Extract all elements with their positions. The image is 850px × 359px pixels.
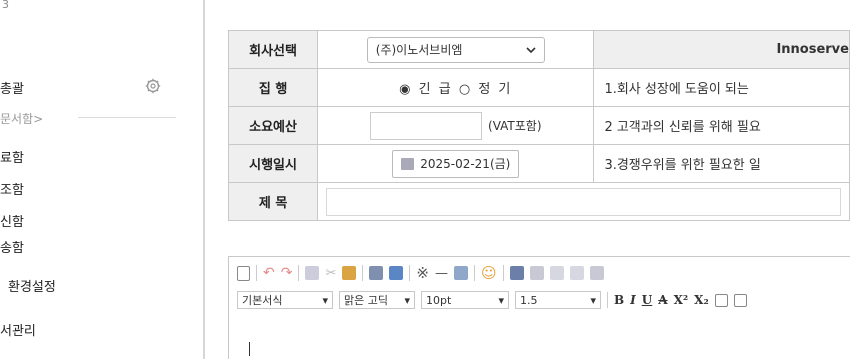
radio-urgent-label: 긴 급 — [418, 82, 453, 97]
sidebar-item-settings[interactable]: 환경설정 — [8, 276, 56, 295]
underline-button[interactable]: U — [642, 293, 652, 307]
toolbar-separator — [502, 265, 504, 281]
italic-button[interactable]: I — [630, 293, 636, 307]
save-icon[interactable] — [369, 266, 384, 280]
approval-form-table: 회사선택 (주)이노서브비엠 Innoserve 집 행 ◉ 긴 급 ○ 정 기… — [227, 30, 850, 221]
dropdown-arrow-icon: ▾ — [498, 293, 504, 307]
exec-label: 집 행 — [227, 68, 319, 107]
horizontal-rule-icon[interactable]: — — [435, 266, 448, 281]
sidebar-divider — [78, 117, 176, 118]
toolbar-separator — [256, 265, 257, 281]
date-value: 2025-02-21(금) — [420, 157, 511, 171]
redo-icon[interactable]: ↷ — [281, 265, 293, 281]
company-select-value: (주)이노서브비엠 — [375, 43, 463, 57]
budget-input[interactable] — [370, 111, 483, 140]
bold-button[interactable]: B — [614, 293, 624, 307]
emoji-icon[interactable]: ☺ — [481, 264, 497, 282]
size-select-value: 10pt — [426, 293, 452, 307]
table-merge-icon[interactable] — [589, 266, 604, 280]
radio-urgent[interactable]: ◉ 긴 급 — [399, 82, 453, 97]
link-icon[interactable] — [733, 293, 747, 307]
table-edit-icon[interactable] — [529, 266, 544, 280]
table-row-icon[interactable] — [549, 266, 564, 280]
sidebar-item-sent[interactable]: 송함 — [0, 237, 24, 256]
editor-toolbar-row-2: 기본서식 ▾ 맑은 고딕 ▾ 10pt ▾ 1.5 ▾ B I U A X² X₂ — [237, 288, 747, 312]
desc-line-2: 2 고객과의 신뢰를 위해 필요 — [593, 106, 850, 145]
toolbar-separator — [607, 292, 608, 308]
rich-text-editor: ↶ ↷ ✂ ※ — ☺ 기본서식 ▾ 맑은 고딕 ▾ 10pt ▾ 1.5 ▾ … — [228, 256, 850, 359]
desc-line-1: 1.회사 성장에 도움이 되는 — [593, 68, 850, 107]
image-icon[interactable] — [453, 266, 468, 280]
company-select[interactable]: (주)이노서브비엠 — [366, 36, 545, 63]
sidebar-item-doc-management[interactable]: 서관리 — [0, 320, 36, 339]
new-doc-icon[interactable] — [237, 265, 250, 281]
paste-icon[interactable] — [342, 266, 357, 280]
right-column-header: Innoserve — [593, 30, 850, 69]
font-select[interactable]: 맑은 고딕 ▾ — [339, 291, 415, 309]
company-label: 회사선택 — [227, 30, 319, 69]
sidebar-item-complete[interactable]: 료함 — [0, 147, 24, 166]
table-col-icon[interactable] — [569, 266, 584, 280]
dropdown-arrow-icon: ▾ — [322, 293, 328, 307]
text-cursor — [249, 342, 250, 356]
text-box-icon[interactable] — [714, 293, 728, 307]
editor-toolbar-row-1: ↶ ↷ ✂ ※ — ☺ — [237, 261, 604, 285]
app-window: 3 총괄 문서함> 료함 조함 신함 송함 환경설정 서관리 회사선택 (주)이… — [0, 0, 850, 359]
style-select[interactable]: 기본서식 ▾ — [237, 291, 333, 309]
gear-icon[interactable] — [145, 78, 161, 94]
size-select[interactable]: 10pt ▾ — [421, 291, 509, 309]
special-char-icon[interactable]: ※ — [416, 264, 429, 282]
chevron-down-icon — [526, 46, 536, 53]
sidebar-top-fragment: 3 — [2, 0, 9, 11]
vat-note: (VAT포함) — [488, 119, 542, 133]
lineheight-select-value: 1.5 — [520, 293, 538, 307]
dropdown-arrow-icon: ▾ — [404, 293, 410, 307]
table-icon[interactable] — [509, 266, 524, 280]
sidebar: 3 총괄 문서함> 료함 조함 신함 송함 환경설정 서관리 — [0, 0, 190, 359]
format-painter-icon[interactable] — [389, 266, 404, 280]
undo-icon[interactable]: ↶ — [263, 265, 275, 281]
radio-regular-label: 정 기 — [478, 82, 513, 97]
budget-label: 소요예산 — [227, 106, 319, 145]
toolbar-separator — [409, 265, 411, 281]
font-select-value: 맑은 고딕 — [344, 294, 388, 307]
copy-icon[interactable] — [305, 266, 320, 280]
calendar-icon — [401, 157, 415, 170]
radio-regular[interactable]: ○ 정 기 — [459, 82, 513, 97]
sidebar-item-summary[interactable]: 총괄 — [0, 78, 24, 97]
sidebar-section-documents[interactable]: 문서함> — [0, 110, 43, 127]
dropdown-arrow-icon: ▾ — [590, 293, 596, 307]
date-label: 시행일시 — [227, 144, 319, 183]
subject-input[interactable] — [326, 187, 841, 216]
subject-label: 제 목 — [227, 182, 319, 221]
style-select-value: 기본서식 — [242, 294, 283, 307]
strikethrough-button[interactable]: A — [658, 293, 667, 307]
subscript-button[interactable]: X₂ — [694, 293, 709, 307]
lineheight-select[interactable]: 1.5 ▾ — [515, 291, 601, 309]
toolbar-separator — [473, 265, 475, 281]
toolbar-separator — [298, 265, 300, 281]
date-picker[interactable]: 2025-02-21(금) — [392, 149, 520, 178]
toolbar-separator — [362, 265, 364, 281]
cut-icon[interactable]: ✂ — [325, 266, 336, 281]
panel-divider — [203, 0, 205, 359]
desc-line-3: 3.경쟁우위를 위한 필요한 일 — [593, 144, 850, 183]
sidebar-item-reference[interactable]: 조함 — [0, 179, 24, 198]
superscript-button[interactable]: X² — [674, 293, 689, 307]
sidebar-item-received[interactable]: 신함 — [0, 211, 24, 230]
